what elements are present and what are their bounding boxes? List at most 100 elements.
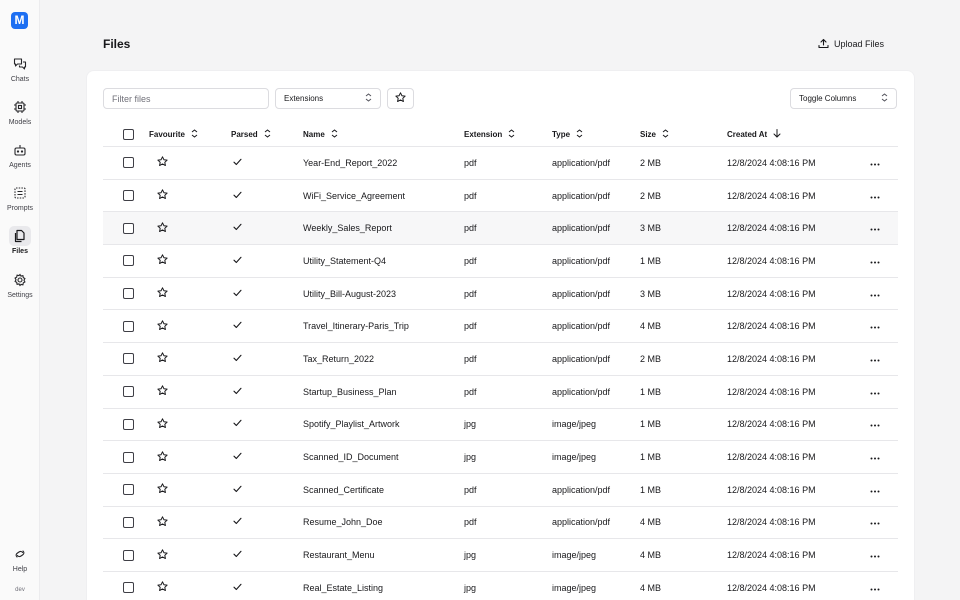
- favourite-cell: [157, 539, 168, 571]
- more-options-icon[interactable]: [870, 354, 880, 364]
- column-header-size[interactable]: Size: [640, 122, 669, 146]
- favourite-cell: [157, 409, 168, 441]
- row-checkbox[interactable]: [123, 222, 134, 234]
- row-checkbox[interactable]: [123, 255, 134, 267]
- more-options-icon[interactable]: [870, 550, 880, 560]
- select-all-checkbox[interactable]: [123, 128, 134, 140]
- more-options-icon[interactable]: [870, 289, 880, 299]
- row-checkbox[interactable]: [123, 288, 134, 300]
- more-options-icon[interactable]: [870, 321, 880, 331]
- table-row[interactable]: Spotify_Playlist_Artwork jpg image/jpeg …: [103, 409, 898, 442]
- sidebar-item-settings[interactable]: Settings: [0, 270, 40, 299]
- row-actions-cell: [870, 507, 880, 539]
- row-checkbox[interactable]: [123, 451, 134, 463]
- table-row[interactable]: Real_Estate_Listing jpg image/jpeg 4 MB …: [103, 572, 898, 600]
- more-options-icon[interactable]: [870, 517, 880, 527]
- table-row[interactable]: Scanned_ID_Document jpg image/jpeg 1 MB …: [103, 441, 898, 474]
- row-actions-cell: [870, 474, 880, 506]
- row-checkbox[interactable]: [123, 320, 134, 332]
- sidebar-item-files[interactable]: Files: [0, 226, 40, 255]
- column-header-extension[interactable]: Extension: [464, 122, 515, 146]
- sidebar-item-label: Chats: [10, 76, 30, 83]
- file-size: 1 MB: [640, 484, 662, 495]
- more-options-icon[interactable]: [870, 387, 880, 397]
- more-options-icon[interactable]: [870, 256, 880, 266]
- table-header-row: Favourite Parsed Name Extension Type Siz…: [103, 122, 898, 147]
- app-logo[interactable]: M: [11, 12, 28, 29]
- file-created-at: 12/8/2024 4:08:16 PM: [727, 517, 816, 528]
- file-size: 4 MB: [640, 550, 662, 561]
- table-row[interactable]: WiFi_Service_Agreement pdf application/p…: [103, 180, 898, 213]
- table-row[interactable]: Scanned_Certificate pdf application/pdf …: [103, 474, 898, 507]
- row-checkbox[interactable]: [123, 549, 134, 561]
- more-options-icon[interactable]: [870, 191, 880, 201]
- column-header-parsed[interactable]: Parsed: [231, 122, 271, 146]
- more-options-icon[interactable]: [870, 583, 880, 593]
- row-checkbox[interactable]: [123, 516, 134, 528]
- toggle-columns-select[interactable]: Toggle Columns: [790, 88, 897, 109]
- table-row[interactable]: Travel_Itinerary-Paris_Trip pdf applicat…: [103, 310, 898, 344]
- row-select-cell: [123, 441, 134, 473]
- star-icon[interactable]: [157, 320, 168, 333]
- more-options-icon[interactable]: [870, 485, 880, 495]
- extensions-select[interactable]: Extensions: [275, 88, 381, 109]
- favourite-filter-button[interactable]: [387, 88, 414, 109]
- row-checkbox[interactable]: [123, 157, 134, 169]
- table-row[interactable]: Weekly_Sales_Report pdf application/pdf …: [103, 212, 898, 246]
- table-row[interactable]: Year-End_Report_2022 pdf application/pdf…: [103, 147, 898, 180]
- file-created-at: 12/8/2024 4:08:16 PM: [727, 255, 816, 266]
- sidebar-item-models[interactable]: Models: [0, 97, 40, 126]
- sidebar-item-agents[interactable]: Agents: [0, 140, 40, 169]
- favourite-cell: [157, 147, 168, 179]
- table-row[interactable]: Startup_Business_Plan pdf application/pd…: [103, 376, 898, 409]
- star-icon[interactable]: [157, 189, 168, 202]
- sidebar-item-label: Agents: [9, 162, 31, 169]
- table-row[interactable]: Tax_Return_2022 pdf application/pdf 2 MB…: [103, 343, 898, 376]
- column-header-type[interactable]: Type: [552, 122, 583, 146]
- column-header-name[interactable]: Name: [303, 122, 338, 146]
- file-size: 3 MB: [640, 288, 662, 299]
- file-type: image/jpeg: [552, 452, 597, 463]
- star-icon[interactable]: [157, 385, 168, 398]
- more-options-icon[interactable]: [870, 223, 880, 233]
- star-icon[interactable]: [157, 352, 168, 365]
- star-icon[interactable]: [157, 548, 168, 562]
- star-icon[interactable]: [157, 254, 168, 267]
- star-icon[interactable]: [157, 156, 168, 169]
- table-row[interactable]: Utility_Statement-Q4 pdf application/pdf…: [103, 245, 898, 278]
- column-header-favourite[interactable]: Favourite: [149, 122, 198, 146]
- row-checkbox[interactable]: [123, 582, 134, 594]
- more-options-icon[interactable]: [870, 419, 880, 429]
- star-icon[interactable]: [157, 418, 168, 431]
- page-title: Files: [103, 37, 131, 51]
- star-icon[interactable]: [157, 287, 168, 300]
- chat-icon: [9, 54, 31, 74]
- sidebar-item-prompts[interactable]: Prompts: [0, 183, 40, 212]
- file-type: image/jpeg: [552, 582, 597, 593]
- star-icon[interactable]: [157, 581, 168, 594]
- more-options-icon[interactable]: [870, 158, 880, 168]
- row-checkbox[interactable]: [123, 484, 134, 496]
- upload-files-button[interactable]: Upload Files: [812, 34, 890, 54]
- row-checkbox[interactable]: [123, 386, 134, 398]
- parsed-cell: [233, 212, 242, 244]
- star-icon[interactable]: [157, 450, 168, 464]
- sidebar: M Chats Models Agents Prompts Files Sett…: [0, 0, 40, 600]
- row-checkbox[interactable]: [123, 190, 134, 202]
- row-checkbox[interactable]: [123, 353, 134, 365]
- sidebar-item-chats[interactable]: Chats: [0, 54, 40, 83]
- sidebar-item-help[interactable]: Help: [0, 544, 40, 573]
- star-icon[interactable]: [157, 483, 168, 496]
- row-checkbox[interactable]: [123, 418, 134, 430]
- table-row[interactable]: Restaurant_Menu jpg image/jpeg 4 MB 12/8…: [103, 539, 898, 572]
- star-icon[interactable]: [157, 222, 168, 235]
- column-header-created-at[interactable]: Created At: [727, 122, 781, 146]
- file-extension: pdf: [464, 353, 477, 364]
- file-type: application/pdf: [552, 157, 611, 168]
- more-options-icon[interactable]: [870, 452, 880, 462]
- file-extension: pdf: [464, 484, 477, 495]
- table-row[interactable]: Resume_John_Doe pdf application/pdf 4 MB…: [103, 507, 898, 540]
- filter-files-input[interactable]: [103, 88, 269, 109]
- table-row[interactable]: Utility_Bill-August-2023 pdf application…: [103, 278, 898, 311]
- star-icon[interactable]: [157, 516, 168, 529]
